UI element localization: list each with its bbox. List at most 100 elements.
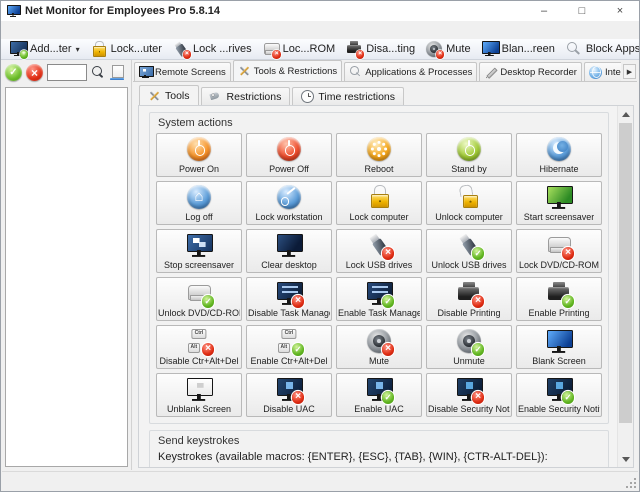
action-button[interactable]: Enable Security Notif. (516, 373, 602, 417)
status-badge-icon (292, 295, 305, 308)
toolbar-button[interactable]: Loc...ROM (262, 41, 337, 57)
close-button[interactable]: × (601, 1, 639, 21)
toolbar-button[interactable]: Mute (425, 41, 471, 57)
action-button[interactable]: Lock DVD/CD-ROM (516, 229, 602, 273)
action-button[interactable]: Lock computer (336, 181, 422, 225)
action-button[interactable]: Lock workstation (246, 181, 332, 225)
action-button[interactable]: Reboot (336, 133, 422, 177)
system-actions-grid: Power On Power Off Reboot Stand by (156, 133, 602, 417)
action-button[interactable]: Stop screensaver (156, 229, 242, 273)
red-cross-button[interactable] (26, 64, 43, 81)
action-icon (547, 137, 571, 161)
action-button[interactable]: Lock USB drives (336, 229, 422, 273)
minimize-button[interactable]: – (525, 1, 563, 21)
system-actions-group: System actions Power On Power Off Re (149, 112, 609, 424)
toolbar-button[interactable]: Lock...uter (90, 41, 163, 57)
sub-tab-icon (148, 89, 161, 102)
main-tab[interactable]: Desktop Recorder (479, 62, 582, 81)
menu-item[interactable] (84, 29, 98, 31)
sub-tab[interactable]: Tools (139, 85, 199, 105)
action-button[interactable]: Enable Ctr+Alt+Del (246, 325, 332, 369)
main-tab[interactable]: Tools & Restrictions (233, 60, 342, 81)
edit-icon[interactable] (110, 65, 125, 80)
tab-scroll-right-button[interactable]: ▶ (623, 64, 636, 79)
status-badge-icon (356, 50, 364, 58)
action-button[interactable]: Enable Printing (516, 277, 602, 321)
scroll-down-icon[interactable] (618, 451, 633, 467)
sub-tab-label: Tools (165, 90, 190, 102)
toolbar-button[interactable]: Add...ter ▾ (9, 41, 81, 57)
action-button[interactable]: Unlock DVD/CD-ROM (156, 277, 242, 321)
action-button[interactable]: Mute (336, 325, 422, 369)
action-button[interactable]: Enable Task Manager (336, 277, 422, 321)
action-label: Power Off (269, 164, 309, 174)
toolbar-button-label: Lock...uter (111, 43, 162, 55)
status-badge-icon (202, 295, 215, 308)
menu-item[interactable] (36, 29, 50, 31)
action-button[interactable]: Disable Ctr+Alt+Del (156, 325, 242, 369)
action-button[interactable]: Disable Task Manager (246, 277, 332, 321)
send-keystrokes-title: Send keystrokes (158, 435, 602, 447)
main-tab[interactable]: Internet Control (584, 62, 621, 81)
app-icon (7, 5, 19, 17)
main-tab[interactable]: Applications & Processes (344, 62, 477, 81)
vertical-scrollbar[interactable] (617, 106, 633, 467)
toolbar-button-label: Loc...ROM (283, 43, 336, 55)
action-button[interactable]: Disable Printing (426, 277, 512, 321)
action-icon (187, 185, 211, 209)
maximize-button[interactable]: □ (563, 1, 601, 21)
status-badge-icon (562, 391, 575, 404)
window-controls: – □ × (525, 1, 639, 21)
action-button[interactable]: Start screensaver (516, 181, 602, 225)
main-tab[interactable]: Remote Screens (134, 62, 231, 81)
action-label: Reboot (364, 164, 393, 174)
action-label: Start screensaver (524, 212, 595, 222)
status-badge-icon (382, 343, 395, 356)
sub-tab[interactable]: Time restrictions (292, 87, 404, 105)
action-button[interactable]: Blank Screen (516, 325, 602, 369)
green-check-button[interactable] (5, 64, 22, 81)
menu-item[interactable] (4, 29, 18, 31)
status-badge-icon (472, 343, 485, 356)
toolbar-button[interactable]: Blan...reen (481, 41, 556, 57)
action-icon (187, 233, 211, 257)
action-icon (367, 137, 391, 161)
menu-item[interactable] (52, 29, 66, 31)
toolbar-button-label: Blan...reen (502, 43, 555, 55)
action-button[interactable]: Log off (156, 181, 242, 225)
menu-bar (1, 21, 639, 39)
menu-item[interactable] (68, 29, 82, 31)
action-button[interactable]: Power On (156, 133, 242, 177)
action-button[interactable]: Stand by (426, 133, 512, 177)
window-title: Net Monitor for Employees Pro 5.8.14 (25, 5, 220, 17)
action-label: Disable Printing (437, 308, 500, 318)
menu-item[interactable] (20, 29, 34, 31)
toolbar-button[interactable]: Lock ...rives (172, 41, 253, 57)
scrollbar-thumb[interactable] (619, 123, 632, 423)
status-badge-icon (382, 391, 395, 404)
tab-label: Remote Screens (155, 67, 226, 78)
client-list[interactable] (5, 87, 128, 467)
sub-tab[interactable]: Restrictions (201, 87, 291, 105)
action-button[interactable]: Clear desktop (246, 229, 332, 273)
action-button[interactable]: Disable UAC (246, 373, 332, 417)
action-button[interactable]: Unmute (426, 325, 512, 369)
toolbar-button[interactable]: Disa...ting (345, 41, 416, 57)
action-button[interactable]: Enable UAC (336, 373, 422, 417)
action-button[interactable]: Unlock USB drives (426, 229, 512, 273)
search-input[interactable] (47, 64, 87, 81)
app-window: Net Monitor for Employees Pro 5.8.14 – □… (0, 0, 640, 492)
action-label: Disable UAC (263, 404, 315, 414)
action-button[interactable]: Hibernate (516, 133, 602, 177)
action-button[interactable]: Disable Security Notif. (426, 373, 512, 417)
status-bar (2, 471, 638, 490)
status-badge-icon (436, 50, 444, 58)
action-button[interactable]: Unlock computer (426, 181, 512, 225)
action-label: Enable Security Notif. (518, 404, 600, 414)
scroll-up-icon[interactable] (618, 106, 633, 122)
toolbar-button[interactable]: Block Apps ▾ (565, 41, 640, 57)
action-button[interactable]: Power Off (246, 133, 332, 177)
action-button[interactable]: Unblank Screen (156, 373, 242, 417)
resize-grip-icon[interactable] (626, 478, 636, 488)
search-icon[interactable] (91, 65, 106, 80)
